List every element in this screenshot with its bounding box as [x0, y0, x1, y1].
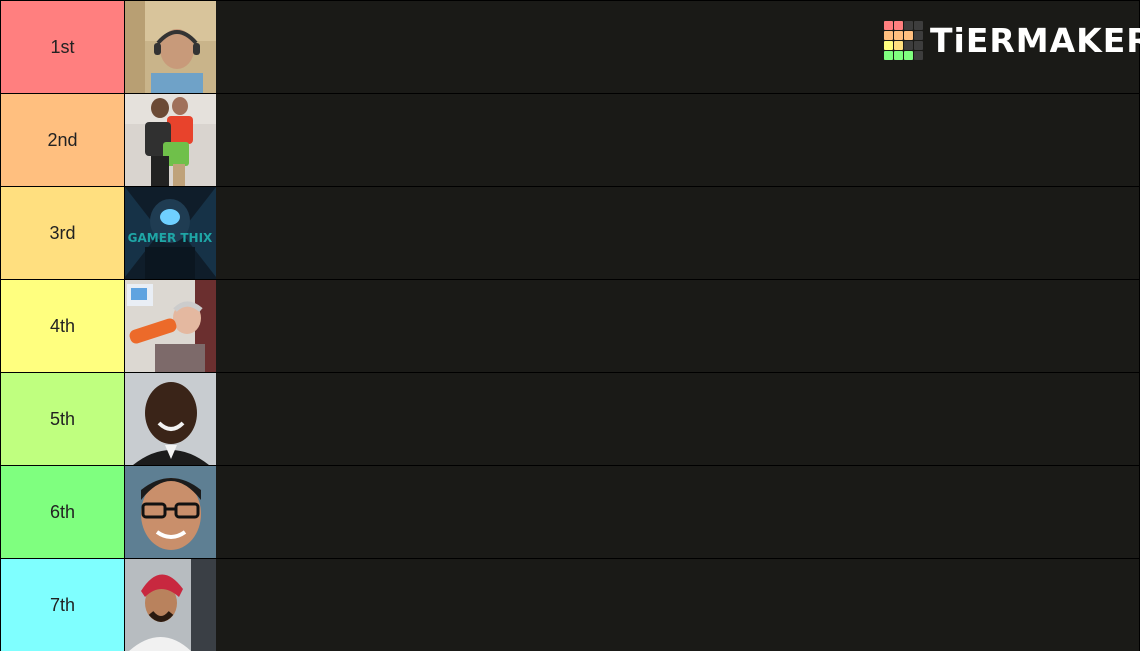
tier-items-6th[interactable]	[125, 466, 1139, 558]
tier-label-1st[interactable]: 1st	[1, 1, 124, 93]
tier-row-5th: 5th	[0, 373, 1140, 465]
tier-image-smiling-man[interactable]	[125, 373, 216, 465]
logo-grid-square	[894, 41, 903, 50]
logo-grid-square	[914, 21, 923, 30]
logo-grid-square	[894, 31, 903, 40]
tier-items-3rd[interactable]: GAMER THIX	[125, 187, 1139, 279]
logo-grid-square	[884, 21, 893, 30]
gamer-thumbnail-text: GAMER THIX	[128, 231, 213, 245]
logo-grid-square	[894, 21, 903, 30]
tier-items-7th[interactable]	[125, 559, 1139, 651]
tier-label-3rd[interactable]: 3rd	[1, 187, 124, 279]
tier-image-two-kids[interactable]	[125, 94, 216, 186]
logo-grid-square	[884, 41, 893, 50]
tier-row-4th: 4th	[0, 280, 1140, 372]
tier-items-5th[interactable]	[125, 373, 1139, 465]
tier-row-3rd: 3rd GAMER THIX	[0, 187, 1140, 279]
logo-grid-square	[904, 31, 913, 40]
logo-grid-square	[904, 41, 913, 50]
tier-label-6th[interactable]: 6th	[1, 466, 124, 558]
tier-label-2nd[interactable]: 2nd	[1, 94, 124, 186]
tier-label-4th[interactable]: 4th	[1, 280, 124, 372]
tier-row-6th: 6th	[0, 466, 1140, 558]
tier-image-man-with-glasses[interactable]	[125, 466, 216, 558]
tier-list: 1st 2nd 3rd GAMER THIX 4th 5th 6th 7th T…	[0, 0, 1140, 651]
tier-row-7th: 7th	[0, 559, 1140, 651]
logo-grid-icon	[884, 21, 923, 60]
tier-image-person-with-headset[interactable]	[125, 1, 216, 93]
tier-image-gamer-thumbnail[interactable]: GAMER THIX	[125, 187, 216, 279]
tier-image-person-drinking[interactable]	[125, 280, 216, 372]
tier-items-2nd[interactable]	[125, 94, 1139, 186]
tier-row-2nd: 2nd	[0, 94, 1140, 186]
logo-grid-square	[904, 21, 913, 30]
tier-image-man-with-turban[interactable]	[125, 559, 216, 651]
tier-items-4th[interactable]	[125, 280, 1139, 372]
tier-label-7th[interactable]: 7th	[1, 559, 124, 651]
logo-grid-square	[914, 41, 923, 50]
logo-text: TiERMAKER	[930, 21, 1140, 60]
logo-grid-square	[894, 51, 903, 60]
logo-grid-square	[914, 51, 923, 60]
logo-grid-square	[904, 51, 913, 60]
tiermaker-logo[interactable]: TiERMAKER	[884, 20, 1140, 61]
logo-grid-square	[884, 31, 893, 40]
logo-grid-square	[914, 31, 923, 40]
tier-label-5th[interactable]: 5th	[1, 373, 124, 465]
logo-grid-square	[884, 51, 893, 60]
